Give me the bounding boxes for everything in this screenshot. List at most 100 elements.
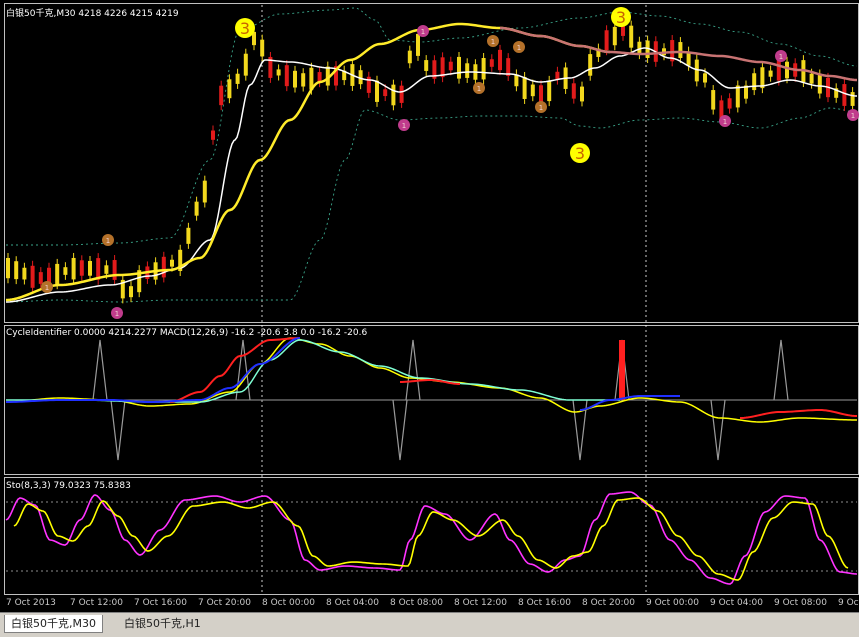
candle-body bbox=[588, 54, 593, 76]
cycle-point-marker-label: 1 bbox=[402, 122, 406, 130]
candle-body bbox=[768, 70, 773, 77]
candle-body bbox=[776, 59, 781, 81]
candle-body bbox=[399, 85, 404, 103]
candle-body bbox=[850, 92, 855, 106]
candle-body bbox=[539, 85, 543, 104]
candle-body bbox=[752, 73, 757, 91]
time-tick: 7 Oct 12:00 bbox=[70, 598, 123, 608]
candle-body bbox=[612, 26, 617, 46]
candle-body bbox=[55, 263, 60, 285]
macd-falling-line-2 bbox=[579, 395, 680, 411]
time-tick: 8 Oct 08:00 bbox=[390, 598, 443, 608]
time-tick: 9 Oct 00:00 bbox=[646, 598, 699, 608]
candle-body bbox=[38, 272, 43, 284]
candle-body bbox=[555, 71, 560, 80]
candle-body bbox=[424, 60, 429, 71]
candle-body bbox=[489, 59, 494, 67]
time-tick: 7 Oct 20:00 bbox=[198, 598, 251, 608]
cycle-spike bbox=[710, 399, 726, 461]
macd-signal-line bbox=[6, 339, 620, 403]
candle-body bbox=[457, 56, 461, 79]
tab-silver-m30[interactable]: 白银50千克,M30 bbox=[4, 615, 103, 633]
candle-body bbox=[703, 73, 707, 83]
candle-body bbox=[170, 259, 174, 267]
candle-body bbox=[260, 39, 265, 57]
cycle-spike bbox=[110, 399, 126, 461]
ma-fast-line bbox=[5, 47, 858, 303]
time-tick: 8 Oct 04:00 bbox=[326, 598, 379, 608]
cycle-point-marker-label: 1 bbox=[723, 118, 727, 126]
time-tick: 9 Oct 04:00 bbox=[710, 598, 763, 608]
cycle-point-marker-label: 1 bbox=[539, 104, 543, 112]
candle-body bbox=[235, 73, 240, 84]
candle-body bbox=[547, 80, 552, 102]
cycle-point-marker-label: 1 bbox=[106, 237, 110, 245]
time-axis: 7 Oct 2013 7 Oct 12:00 7 Oct 16:00 7 Oct… bbox=[0, 596, 859, 612]
candle-body bbox=[202, 180, 207, 203]
candle-body bbox=[276, 69, 281, 76]
cycle-point-marker-label: 1 bbox=[779, 53, 783, 61]
candle-body bbox=[391, 84, 396, 106]
cycle-point-marker-label: 1 bbox=[45, 284, 49, 292]
time-tick: 8 Oct 20:00 bbox=[582, 598, 635, 608]
candle-body bbox=[465, 63, 470, 78]
stochastic-main-line bbox=[5, 491, 858, 585]
candle-body bbox=[293, 70, 297, 88]
time-tick: 7 Oct 2013 bbox=[6, 598, 56, 608]
candle-body bbox=[186, 227, 191, 244]
cycle-point-marker-label: 1 bbox=[421, 28, 425, 36]
sto-pane-label: Sto(8,3,3) 79.0323 75.8383 bbox=[6, 481, 131, 491]
candle-body bbox=[604, 30, 609, 51]
candle-body bbox=[194, 201, 199, 216]
candle-body bbox=[530, 84, 535, 97]
cycle-three-marker-label: 3 bbox=[240, 19, 250, 38]
candle-body bbox=[498, 49, 502, 71]
cycle-point-marker-label: 1 bbox=[851, 112, 855, 120]
candle-body bbox=[219, 85, 224, 106]
time-tick: 8 Oct 16:00 bbox=[518, 598, 571, 608]
cycle-spike bbox=[405, 339, 421, 401]
cycle-spike bbox=[773, 339, 789, 401]
chart-tab-bar: 白银50千克,M30 白银50千克,H1 bbox=[0, 612, 859, 637]
candle-body bbox=[104, 265, 109, 274]
tab-silver-h1[interactable]: 白银50千克,H1 bbox=[118, 615, 207, 633]
cycle-point-marker-label: 1 bbox=[477, 85, 481, 93]
candle-body bbox=[448, 61, 453, 71]
candle-body bbox=[30, 265, 35, 288]
candle-body bbox=[571, 83, 576, 99]
candle-body bbox=[407, 50, 412, 64]
candle-body bbox=[112, 260, 117, 280]
candle-body bbox=[243, 53, 248, 76]
time-tick: 8 Oct 00:00 bbox=[262, 598, 315, 608]
candle-body bbox=[161, 256, 166, 278]
cycle-spike-bar bbox=[619, 340, 625, 400]
cycle-spike bbox=[392, 399, 408, 461]
candle-body bbox=[284, 65, 289, 87]
cycle-three-marker-label: 3 bbox=[575, 144, 585, 163]
time-tick: 8 Oct 12:00 bbox=[454, 598, 507, 608]
candle-body bbox=[6, 257, 10, 279]
candle-body bbox=[514, 74, 519, 87]
candle-body bbox=[727, 98, 732, 109]
candle-body bbox=[301, 73, 306, 87]
candle-body bbox=[735, 85, 740, 108]
candle-body bbox=[522, 76, 527, 99]
cycle-point-marker-label: 1 bbox=[491, 38, 495, 46]
chart-window[interactable]: 3 3 3 1 1 1 1 1 1 1 1 1 1 1 1 白银50千克,M30 4218 4226 421… bbox=[0, 0, 859, 637]
candle-body bbox=[14, 261, 19, 280]
candle-body bbox=[580, 86, 584, 102]
macd-rising-line-2 bbox=[739, 408, 858, 419]
cycle-point-marker-label: 1 bbox=[115, 310, 119, 318]
candle-body bbox=[88, 260, 92, 276]
cycle-pane-label: CycleIdentifier 0.0000 4214.2277 MACD(12… bbox=[6, 328, 368, 338]
stochastic-signal-line bbox=[13, 497, 849, 581]
candle-body bbox=[375, 80, 379, 102]
candle-body bbox=[416, 33, 420, 56]
candle-body bbox=[481, 58, 486, 80]
candle-body bbox=[785, 61, 789, 79]
time-tick: 9 Oct 08:00 bbox=[774, 598, 827, 608]
candle-body bbox=[211, 130, 215, 140]
time-tick: 9 Oct bbox=[838, 598, 859, 608]
cycle-spike bbox=[92, 339, 108, 401]
price-pane-label: 白银50千克,M30 4218 4226 4215 4219 bbox=[6, 9, 179, 19]
